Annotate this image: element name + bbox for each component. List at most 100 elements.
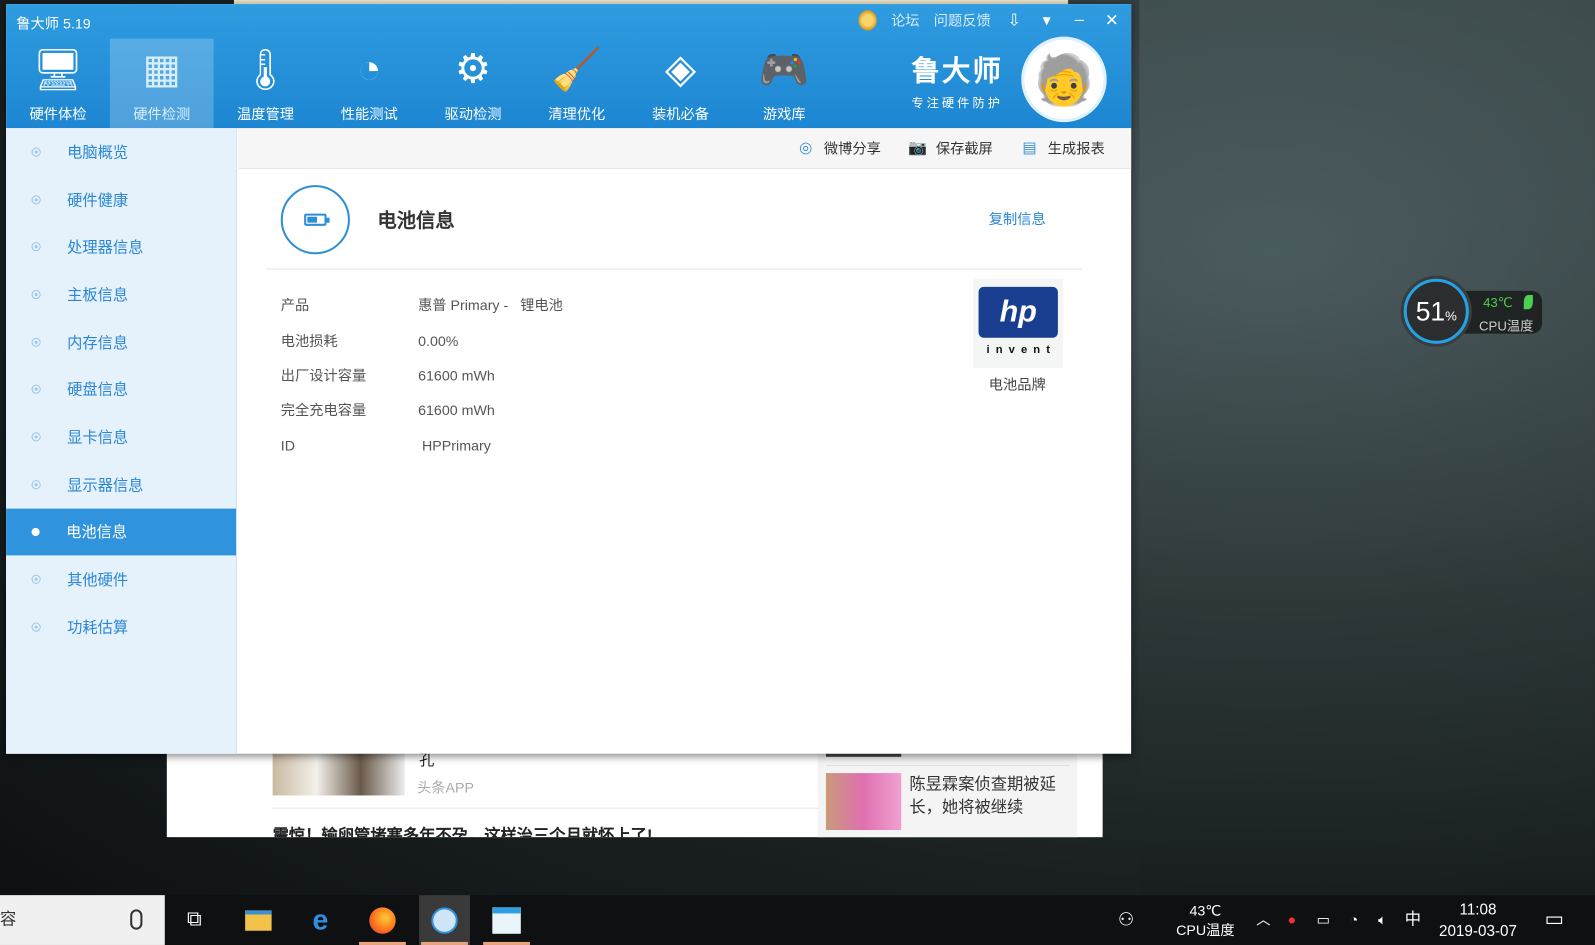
nav-item-7[interactable]: 🎮 游戏库 xyxy=(732,39,836,129)
info-key: 完全充电容量 xyxy=(280,402,367,419)
nav-item-0[interactable]: 🖥 硬件体检 xyxy=(6,39,110,129)
tray-cpu-temp[interactable]: 43℃ CPU温度 xyxy=(1160,895,1252,945)
divider xyxy=(265,268,1083,270)
copy-info-link[interactable]: 复制信息 xyxy=(989,209,1046,229)
mascot-avatar[interactable]: 🧓 xyxy=(1021,36,1107,123)
nav-item-1[interactable]: ▦ 硬件检测 xyxy=(109,38,214,129)
show-hidden-icons-chevron[interactable]: ︿ xyxy=(1251,895,1275,945)
ludashi-window: 鲁大师 5.19 论坛 问题反馈 ⇩ ▾ – ✕ 🖥 硬件体检 ▦ 硬件检测 🌡 温度管理… xyxy=(6,4,1132,754)
battery-icon xyxy=(304,213,330,226)
firefox-icon[interactable] xyxy=(357,895,408,945)
sidebar-item[interactable]: 处理器信息 xyxy=(6,223,236,270)
bullet-icon xyxy=(31,242,41,252)
sidebar-item-label: 显示器信息 xyxy=(67,476,144,495)
wifi-icon[interactable]: ◔ xyxy=(1341,895,1367,945)
task-view-icon[interactable]: ⧉ xyxy=(169,895,220,945)
action-center-icon[interactable]: ▭ xyxy=(1536,895,1573,945)
sidebar-item[interactable]: 硬件健康 xyxy=(6,176,236,223)
background-browser-window[interactable]: 孔 头条APP 震惊！输卵管堵塞多年不孕，这样治三个月就怀上了! 陈昱霖案侦查期… xyxy=(166,742,1103,838)
hp-logo-mark: hp xyxy=(978,286,1058,338)
sidebar-item[interactable]: 内存信息 xyxy=(6,318,236,365)
side-news-thumbnail[interactable] xyxy=(825,773,902,831)
news-headline[interactable]: 震惊！输卵管堵塞多年不孕，这样治三个月就怀上了! xyxy=(273,822,653,837)
window-app-icon[interactable] xyxy=(481,895,532,945)
sidebar-item-label: 内存信息 xyxy=(67,334,129,352)
app-title: 鲁大师 5.19 xyxy=(16,15,91,32)
divider xyxy=(825,764,1071,766)
divider xyxy=(272,807,822,809)
volume-icon[interactable]: 🔈︎ xyxy=(1369,895,1395,945)
battery-tray-icon[interactable]: ▭ xyxy=(1310,895,1336,945)
clock[interactable]: 11:08 2019-03-07 xyxy=(1429,895,1527,945)
close-button[interactable]: ✕ xyxy=(1103,10,1121,30)
nav-item-3[interactable]: ◔ 性能测试 xyxy=(317,39,421,129)
nav-item-5[interactable]: 🧹 清理优化 xyxy=(525,39,629,129)
generate-report-button[interactable]: ▤ 生成报表 xyxy=(1019,138,1104,158)
sidebar-item[interactable]: 电脑概览 xyxy=(6,128,236,175)
hp-logo-tagline: invent xyxy=(986,343,1057,357)
broom-icon: 🧹 xyxy=(551,47,603,93)
sidebar-item-label: 功耗估算 xyxy=(67,619,129,637)
info-value: 0.00% xyxy=(418,332,459,349)
nav-item-6[interactable]: ◈ 装机必备 xyxy=(629,39,733,129)
usage-percent: 51 xyxy=(1415,295,1446,327)
circuit-board-icon: ▦ xyxy=(142,46,181,92)
search-text: 容 xyxy=(0,911,17,929)
bullet-icon xyxy=(31,432,41,442)
save-screenshot-button[interactable]: 📷 保存截屏 xyxy=(907,138,993,158)
sidebar-item[interactable]: 功耗估算 xyxy=(6,603,236,650)
side-news-headline[interactable]: 陈昱霖案侦查期被延长，她将被继续 xyxy=(909,773,1062,820)
sidebar-item-label: 处理器信息 xyxy=(67,239,144,257)
sidebar-item[interactable]: 其他硬件 xyxy=(6,556,236,603)
brand-name: 鲁大师 xyxy=(911,54,1003,87)
minimize-button[interactable]: – xyxy=(1070,11,1088,29)
file-explorer-icon[interactable] xyxy=(233,895,284,945)
forum-link[interactable]: 论坛 xyxy=(891,10,919,30)
sidebar-item-label: 电池信息 xyxy=(66,524,128,542)
qq-icon[interactable]: ● xyxy=(1280,895,1304,945)
main-nav: 🖥 硬件体检 ▦ 硬件检测 🌡 温度管理 ◔ 性能测试 ⚙ 驱动检测 🧹 清理优化 ◈ 装机必备 🎮 游戏库 xyxy=(6,38,836,129)
camera-icon: 📷 xyxy=(908,138,928,157)
edge-icon[interactable]: e xyxy=(295,895,346,945)
sidebar-item-label: 主板信息 xyxy=(67,286,129,305)
weibo-icon: ◎ xyxy=(798,138,813,157)
info-value: 惠普 Primary - 锂电池 xyxy=(418,297,563,314)
weibo-share-button[interactable]: ◎ 微博分享 xyxy=(795,138,881,158)
sidebar-item[interactable]: 主板信息 xyxy=(6,271,236,318)
sidebar-item[interactable]: 显卡信息 xyxy=(6,413,236,460)
microphone-icon[interactable] xyxy=(130,909,143,930)
taskbar: 容 ⧉ e ⚇ 43℃ CPU温度 ︿ ● ▭ ◔ 🔈︎ 中 11:08 2019-… xyxy=(0,895,1595,945)
tray-temp-value: 43℃ xyxy=(1189,901,1222,919)
wallpaper xyxy=(1139,0,1595,896)
news-thumbnail[interactable] xyxy=(272,750,405,796)
usage-ring: 51% xyxy=(1403,278,1469,344)
percent-sign: % xyxy=(1445,307,1457,323)
nav-item-2[interactable]: 🌡 温度管理 xyxy=(214,39,318,129)
info-row: 产品 惠普 Primary - 锂电池 xyxy=(281,288,563,323)
hp-logo: hp invent xyxy=(973,278,1063,369)
sidebar-item[interactable]: 硬盘信息 xyxy=(6,366,236,413)
sidebar-item[interactable]: 电池信息 xyxy=(6,508,236,556)
report-icon: ▤ xyxy=(1022,138,1037,157)
people-icon[interactable]: ⚇ xyxy=(1109,895,1144,945)
download-icon[interactable]: ⇩ xyxy=(1005,10,1023,30)
gear-icon: ⚙ xyxy=(454,46,492,92)
nav-label: 游戏库 xyxy=(762,105,806,123)
ludashi-taskbar-icon[interactable] xyxy=(419,895,470,945)
feedback-link[interactable]: 问题反馈 xyxy=(934,10,991,30)
section-title: 电池信息 xyxy=(377,210,455,232)
medal-icon[interactable] xyxy=(858,10,877,31)
bullet-icon xyxy=(31,194,41,204)
gamepad-icon: 🎮 xyxy=(758,47,810,93)
nav-label: 装机必备 xyxy=(652,105,709,123)
toolbar: ◎ 微博分享 📷 保存截屏 ▤ 生成报表 xyxy=(238,128,1132,169)
cpu-monitor-widget[interactable]: 51% 43℃ CPU温度 xyxy=(1403,278,1546,344)
sidebar-item[interactable]: 显示器信息 xyxy=(6,461,236,508)
nav-item-4[interactable]: ⚙ 驱动检测 xyxy=(421,39,525,129)
ime-indicator[interactable]: 中 xyxy=(1400,895,1426,945)
leaf-icon xyxy=(1523,294,1533,310)
nav-label: 性能测试 xyxy=(340,105,398,123)
title-bar[interactable]: 鲁大师 5.19 论坛 问题反馈 ⇩ ▾ – ✕ 🖥 硬件体检 ▦ 硬件检测 🌡 温度管理… xyxy=(6,4,1132,129)
menu-dropdown-icon[interactable]: ▾ xyxy=(1038,10,1056,30)
bullet-icon xyxy=(31,147,41,157)
